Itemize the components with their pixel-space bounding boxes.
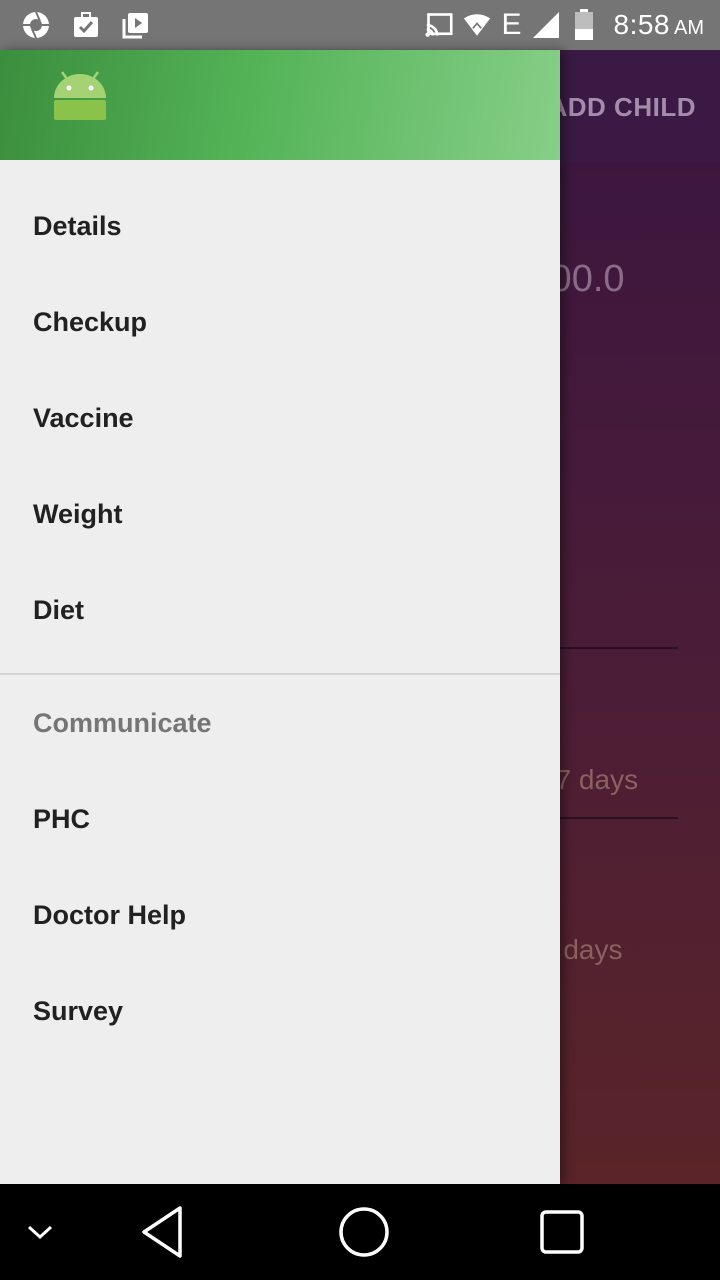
signal-icon xyxy=(532,11,560,39)
status-bar: E 8:58 AM xyxy=(0,0,720,50)
drawer-menu: Details Checkup Vaccine Weight Diet xyxy=(0,178,560,658)
recents-icon[interactable] xyxy=(536,1206,588,1258)
divider-line xyxy=(560,817,678,819)
cast-icon xyxy=(425,11,454,39)
menu-item-diet[interactable]: Diet xyxy=(0,562,560,658)
menu-item-vaccine[interactable]: Vaccine xyxy=(0,370,560,466)
menu-item-survey[interactable]: Survey xyxy=(0,963,560,1059)
add-child-button[interactable]: ADD CHILD xyxy=(549,92,697,123)
chevron-down-icon[interactable] xyxy=(22,1214,58,1250)
menu-item-details[interactable]: Details xyxy=(0,178,560,274)
camera-shutter-icon xyxy=(22,11,50,39)
wifi-icon xyxy=(463,11,491,39)
menu-item-weight[interactable]: Weight xyxy=(0,466,560,562)
drawer-header xyxy=(0,50,560,160)
back-icon[interactable] xyxy=(134,1202,188,1262)
clock-ampm: AM xyxy=(674,17,704,39)
divider-line xyxy=(560,647,678,649)
home-icon[interactable] xyxy=(336,1204,392,1260)
menu-item-checkup[interactable]: Checkup xyxy=(0,274,560,370)
video-library-icon xyxy=(122,11,150,39)
clock-time: 8:58 xyxy=(613,9,670,40)
navigation-drawer: Details Checkup Vaccine Weight Diet Comm… xyxy=(0,50,560,1184)
section-title-communicate: Communicate xyxy=(33,707,212,738)
battery-icon xyxy=(570,9,598,40)
network-type-e-icon: E xyxy=(501,8,522,41)
menu-item-phc[interactable]: PHC xyxy=(0,771,560,867)
navigation-bar xyxy=(0,1184,720,1280)
briefcase-check-icon xyxy=(72,11,100,39)
menu-item-doctor-help[interactable]: Doctor Help xyxy=(0,867,560,963)
drawer-menu-communicate: PHC Doctor Help Survey xyxy=(0,771,560,1059)
android-icon xyxy=(52,70,108,122)
